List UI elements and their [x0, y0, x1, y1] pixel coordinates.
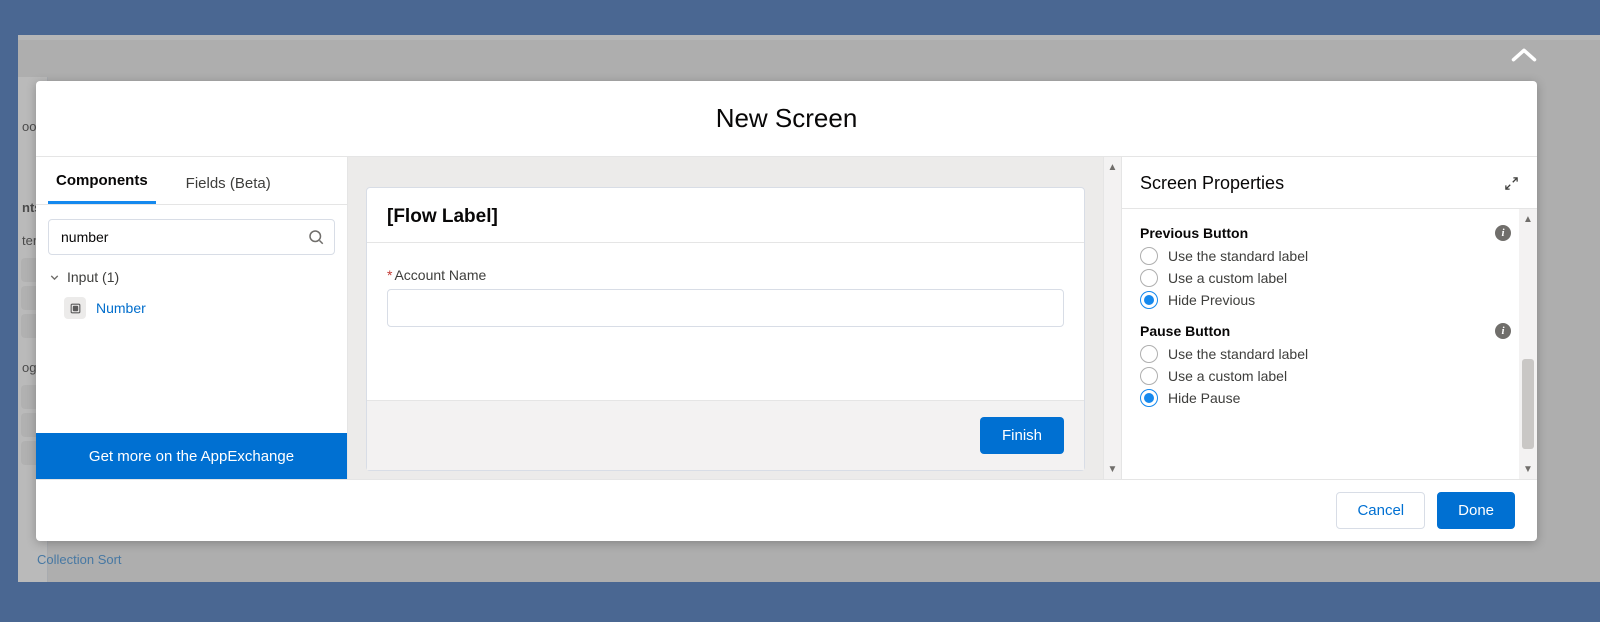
radio-icon: [1140, 269, 1158, 287]
components-panel: Components Fields (Beta) Input (1): [36, 157, 348, 479]
done-button[interactable]: Done: [1437, 492, 1515, 529]
screen-preview-card[interactable]: [Flow Label] *Account Name Finish: [366, 187, 1085, 471]
component-search-input[interactable]: [48, 219, 335, 255]
radio-icon: [1140, 345, 1158, 363]
section-previous-button: Previous Button i: [1140, 225, 1537, 241]
finish-button[interactable]: Finish: [980, 417, 1064, 454]
info-icon[interactable]: i: [1495, 225, 1511, 241]
component-group-input[interactable]: Input (1): [36, 265, 347, 291]
component-type-icon: [64, 297, 86, 319]
new-screen-modal: New Screen Components Fields (Beta): [36, 81, 1537, 541]
tab-fields[interactable]: Fields (Beta): [178, 165, 279, 204]
component-item-label: Number: [96, 300, 146, 316]
cancel-button[interactable]: Cancel: [1336, 492, 1425, 529]
field-label-account-name: *Account Name: [387, 267, 1064, 283]
component-item-number[interactable]: Number: [36, 291, 347, 325]
properties-scrollbar[interactable]: ▲ ▼: [1519, 209, 1537, 479]
tab-components[interactable]: Components: [48, 162, 156, 204]
radio-icon: [1140, 389, 1158, 407]
appexchange-button[interactable]: Get more on the AppExchange: [36, 433, 347, 479]
scroll-up-icon[interactable]: ▲: [1104, 159, 1121, 175]
pause-option-custom[interactable]: Use a custom label: [1140, 367, 1537, 385]
radio-icon: [1140, 367, 1158, 385]
left-tabs: Components Fields (Beta): [36, 157, 347, 205]
modal-title: New Screen: [716, 103, 858, 134]
required-asterisk: *: [387, 267, 392, 283]
pause-option-standard[interactable]: Use the standard label: [1140, 345, 1537, 363]
prev-option-hide[interactable]: Hide Previous: [1140, 291, 1537, 309]
radio-icon: [1140, 247, 1158, 265]
component-group-label: Input (1): [67, 269, 119, 285]
modal-footer: Cancel Done: [36, 479, 1537, 541]
scroll-down-icon[interactable]: ▼: [1104, 461, 1121, 477]
modal-header: New Screen: [36, 81, 1537, 157]
scroll-thumb[interactable]: [1522, 359, 1534, 449]
section-pause-button: Pause Button i: [1140, 323, 1537, 339]
chevron-down-icon: [48, 271, 61, 284]
pause-option-hide[interactable]: Hide Pause: [1140, 389, 1537, 407]
collection-sort-item[interactable]: Collection Sort: [37, 552, 122, 567]
properties-panel: Screen Properties Previous Button i Use …: [1121, 157, 1537, 479]
flow-label-placeholder: [Flow Label]: [387, 206, 1064, 228]
search-icon[interactable]: [307, 228, 325, 246]
panel-collapse-icon[interactable]: [1510, 46, 1538, 64]
scroll-down-icon[interactable]: ▼: [1519, 461, 1537, 477]
info-icon[interactable]: i: [1495, 323, 1511, 339]
radio-icon: [1140, 291, 1158, 309]
prev-option-standard[interactable]: Use the standard label: [1140, 247, 1537, 265]
expand-icon[interactable]: [1504, 176, 1519, 191]
canvas-scrollbar[interactable]: ▲ ▼: [1103, 157, 1121, 479]
account-name-input[interactable]: [387, 289, 1064, 327]
screen-canvas: [Flow Label] *Account Name Finish: [348, 157, 1103, 479]
prev-option-custom[interactable]: Use a custom label: [1140, 269, 1537, 287]
scroll-up-icon[interactable]: ▲: [1519, 211, 1537, 227]
properties-title: Screen Properties: [1140, 173, 1284, 194]
